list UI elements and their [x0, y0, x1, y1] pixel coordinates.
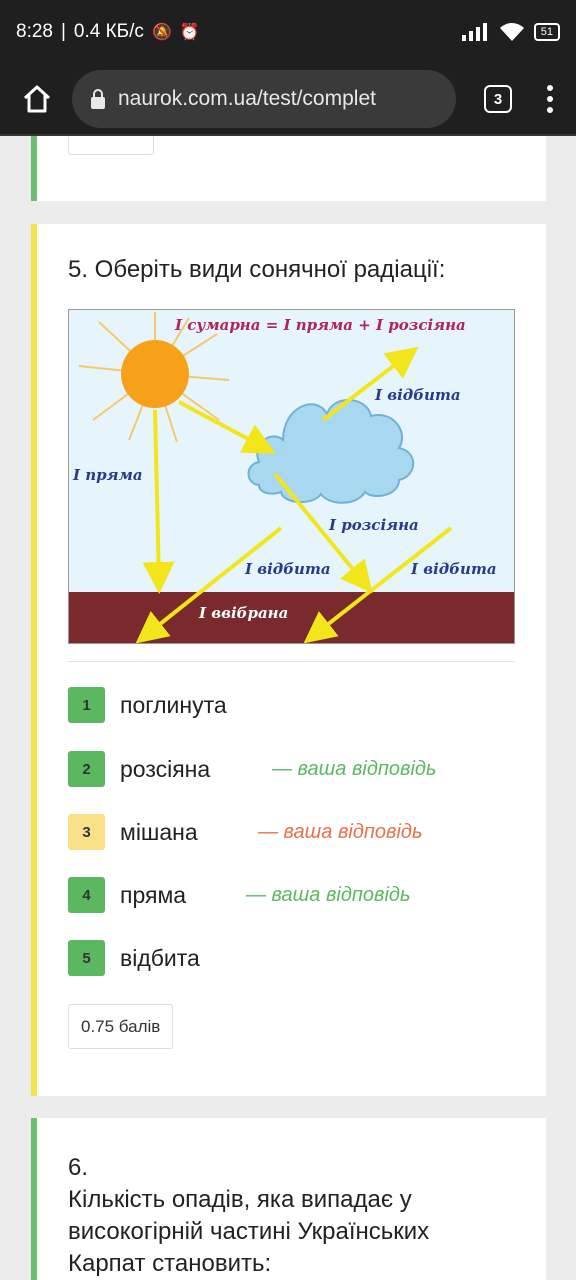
network-speed: 0.4 КБ/с: [73, 21, 144, 42]
label-absorbed: І ввібрана: [198, 604, 288, 622]
clock: 8:28: [16, 21, 53, 42]
question-card-5: 5. Оберіть види сонячної радіації: І сум…: [31, 224, 546, 1096]
radiation-diagram: І сумарна = І пряма + І розсіяна І пряма…: [68, 309, 515, 644]
signal-icon: [461, 23, 487, 41]
option-number: 5: [68, 940, 105, 976]
option-label: відбита: [120, 944, 200, 971]
answer-option-2[interactable]: 2 розсіяна — ваша відповідь: [68, 751, 436, 787]
label-reflected-cloud: І відбита: [374, 386, 461, 404]
mute-bell-icon: 🔕: [151, 24, 172, 41]
status-stripe: [31, 1118, 37, 1280]
option-label: пряма: [120, 881, 187, 908]
status-bar: 8:28 | 0.4 КБ/с 🔕 ⏰ 51: [0, 0, 576, 64]
alarm-icon: ⏰: [179, 24, 200, 41]
label-formula: І сумарна = І пряма + І розсіяна: [174, 316, 466, 334]
question-text: Кількість опадів, яка випадає у високогі…: [68, 1186, 430, 1277]
page-content: 5. Оберіть види сонячної радіації: І сум…: [0, 136, 576, 1280]
question-card-previous: [31, 136, 546, 201]
label-reflected-ground-2: І відбита: [410, 560, 497, 578]
divider: [68, 661, 515, 662]
your-answer-note: — ваша відповідь: [246, 883, 411, 906]
status-stripe: [31, 136, 37, 201]
label-scattered: І розсіяна: [328, 516, 419, 534]
question-title: 5. Оберіть види сонячної радіації:: [68, 256, 446, 283]
your-answer-note: — ваша відповідь: [272, 757, 437, 780]
overflow-menu-button[interactable]: [540, 85, 560, 113]
answer-option-1[interactable]: 1 поглинута: [68, 687, 258, 723]
score-badge: [68, 136, 154, 155]
score-badge: 0.75 балів: [68, 1004, 174, 1049]
address-bar[interactable]: naurok.com.ua/test/complet: [72, 70, 456, 128]
home-button[interactable]: [16, 78, 58, 120]
home-icon: [23, 85, 51, 113]
option-number: 2: [68, 751, 105, 787]
answer-option-4[interactable]: 4 пряма — ваша відповідь: [68, 877, 410, 913]
sun: [121, 340, 189, 408]
tab-switcher-button[interactable]: 3: [484, 85, 512, 113]
label-reflected-ground-1: І відбита: [244, 560, 331, 578]
option-label: розсіяна: [120, 755, 211, 782]
answer-option-3[interactable]: 3 мішана — ваша відповідь: [68, 814, 422, 850]
url-text: naurok.com.ua/test/complet: [118, 87, 376, 110]
browser-toolbar: naurok.com.ua/test/complet 3: [0, 64, 576, 136]
option-number: 4: [68, 877, 105, 913]
wifi-icon: [499, 23, 524, 41]
battery-icon: 51: [533, 23, 560, 41]
option-number: 1: [68, 687, 105, 723]
label-direct: І пряма: [72, 466, 143, 484]
question-card-6: 6. Кількість опадів, яка випадає у висок…: [31, 1118, 546, 1280]
answer-option-5[interactable]: 5 відбита: [68, 940, 258, 976]
lock-icon: [91, 89, 105, 109]
status-stripe: [31, 224, 37, 1096]
ground: [69, 592, 514, 643]
your-answer-note: — ваша відповідь: [258, 820, 423, 843]
option-label: мішана: [120, 818, 198, 845]
option-number: 3: [68, 814, 105, 850]
question-number: 6.: [68, 1154, 89, 1181]
option-label: поглинута: [120, 691, 227, 718]
